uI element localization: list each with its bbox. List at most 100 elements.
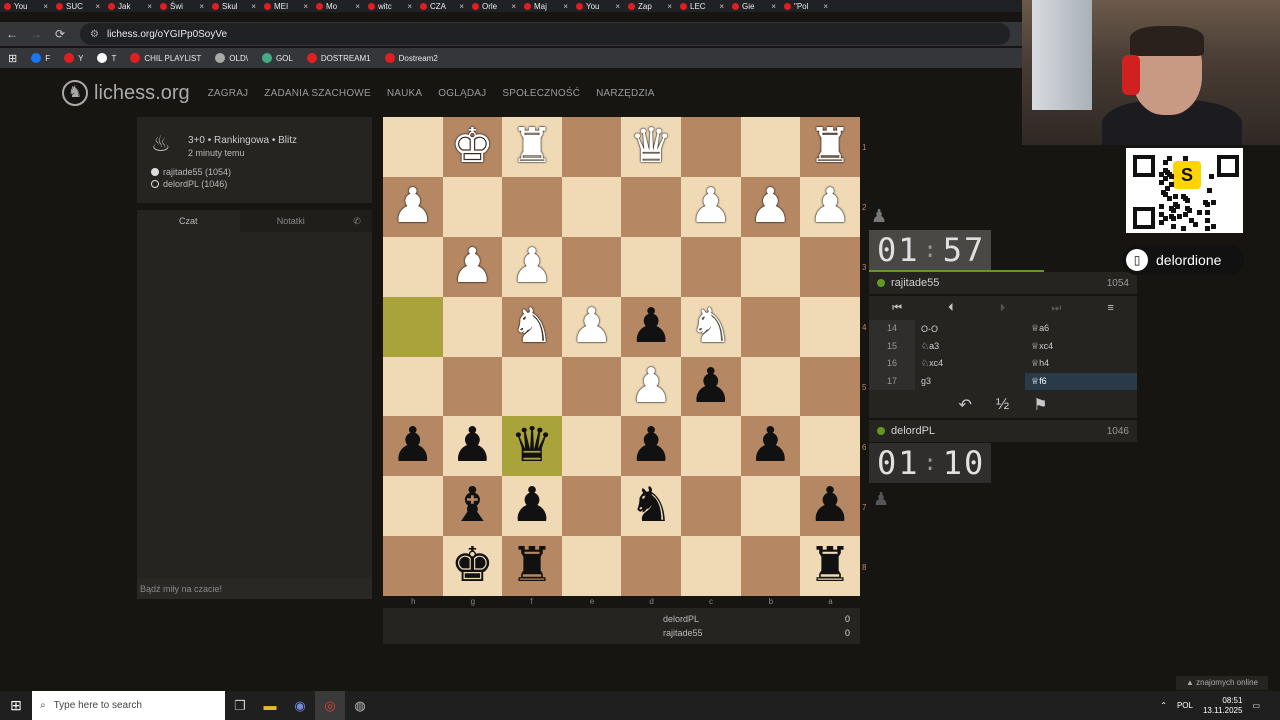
board-square[interactable]: ♜ [800,536,860,597]
board-square[interactable]: ♟ [561,296,622,357]
bookmark-item[interactable]: GOL [261,53,293,63]
browser-tab[interactable]: "Pol × [780,0,832,12]
close-tab-icon[interactable]: × [511,2,516,11]
prev-move-icon[interactable]: ⏴ [948,302,954,315]
black-rook-piece[interactable]: ♜ [510,542,553,590]
browser-tab[interactable]: Mo × [312,0,364,12]
bookmark-item[interactable]: Y [64,53,83,63]
close-tab-icon[interactable]: × [459,2,464,11]
white-pawn-piece[interactable]: ♟ [451,242,494,291]
black-pawn-piece[interactable]: ♟ [689,362,732,411]
system-clock[interactable]: 08:51 13.11.2025 [1203,696,1242,716]
board-square[interactable] [740,536,801,597]
taskbar-search[interactable]: ⌕ Type here to search [32,691,225,720]
white-pawn-piece[interactable]: ♟ [808,182,851,231]
site-info-icon[interactable]: ⚙ [90,29,99,40]
board-square[interactable] [561,117,622,177]
white-pawn-piece[interactable]: ♟ [570,302,613,351]
black-pawn-piece[interactable]: ♟ [510,482,553,530]
board-square[interactable]: ♟ [800,176,860,237]
board-square[interactable]: ♜ [502,117,562,177]
close-tab-icon[interactable]: × [251,2,256,11]
browser-tab[interactable]: Gie × [728,0,780,12]
browser-tab[interactable]: Zap × [624,0,676,12]
black-move[interactable]: ♕f6 [1025,372,1137,390]
black-queen-piece[interactable]: ♛ [510,422,553,470]
close-tab-icon[interactable]: × [667,2,672,11]
black-rook-piece[interactable]: ♜ [808,542,851,590]
browser-tab[interactable]: Jak × [104,0,156,12]
board-square[interactable] [561,176,622,237]
browser-tab[interactable]: Orle × [468,0,520,12]
board-square[interactable] [383,236,443,297]
board-square[interactable] [383,356,443,417]
close-tab-icon[interactable]: × [95,2,100,11]
tab-notes[interactable]: Notatki [239,210,342,232]
browser-tab[interactable]: Maj × [520,0,572,12]
friends-online[interactable]: ▲ znajomych online [1176,676,1268,690]
phone-icon[interactable]: ✆ [342,210,372,232]
white-knight-piece[interactable]: ♞ [510,302,553,351]
board-square[interactable]: ♞ [621,476,681,537]
browser-tab[interactable]: You × [572,0,624,12]
close-tab-icon[interactable]: × [147,2,152,11]
board-square[interactable]: ♜ [502,536,562,597]
black-pawn-piece[interactable]: ♟ [391,422,434,470]
bookmark-item[interactable]: F [31,53,50,63]
white-pawn-piece[interactable]: ♟ [689,182,732,231]
board-square[interactable] [561,356,622,417]
board-square[interactable] [800,416,860,477]
black-move[interactable]: ♕h4 [1025,355,1137,373]
black-pawn-piece[interactable]: ♟ [630,302,673,351]
task-view-icon[interactable]: ❐ [225,691,255,720]
close-tab-icon[interactable]: × [303,2,308,11]
close-tab-icon[interactable]: × [355,2,360,11]
board-square[interactable]: ♚ [442,536,503,597]
board-square[interactable] [383,117,443,177]
bookmark-item[interactable]: Dostream2 [384,53,438,63]
board-square[interactable]: ♛ [621,117,681,177]
white-queen-piece[interactable]: ♛ [630,122,673,171]
black-bishop-piece[interactable]: ♝ [451,482,494,530]
white-move[interactable]: ♘xc4 [915,358,1025,369]
file-explorer-icon[interactable]: ▬ [255,691,285,720]
back-icon[interactable]: ← [0,27,24,41]
browser-tab[interactable]: witc × [364,0,416,12]
white-pawn-piece[interactable]: ♟ [391,182,434,231]
close-tab-icon[interactable]: × [43,2,48,11]
close-tab-icon[interactable]: × [719,2,724,11]
close-tab-icon[interactable]: × [199,2,204,11]
board-square[interactable] [680,476,741,537]
board-square[interactable]: ♟ [680,176,741,237]
board-square[interactable] [502,176,562,237]
board-square[interactable]: ♟ [740,416,801,477]
bookmark-item[interactable]: CHIL PLAYLIST [130,53,201,63]
board-square[interactable]: ♞ [680,296,741,357]
board-square[interactable]: ♟ [442,416,503,477]
board-square[interactable]: ♝ [442,476,503,537]
black-move[interactable]: ♕xc4 [1025,338,1137,356]
nav-item[interactable]: OGLĄDAJ [438,88,486,99]
board-square[interactable] [800,236,860,297]
board-square[interactable] [561,416,622,477]
next-move-icon[interactable]: ⏵ [1000,302,1006,315]
close-tab-icon[interactable]: × [771,2,776,11]
board-square[interactable] [800,356,860,417]
windows-start-icon[interactable]: ⊞ [0,697,32,714]
board-square[interactable]: ♟ [502,476,562,537]
white-rook-piece[interactable]: ♜ [808,122,851,171]
black-pawn-piece[interactable]: ♟ [630,422,673,470]
board-square[interactable]: ♟ [740,176,801,237]
chess-board[interactable]: ♚ ♜ ♛ ♜ ♟ ♟ ♟ ♟ ♟ ♟ ♞ ♟ ♟ ♞ ♟ ♟ ♟ ♟ ♛ ♟ ♟ ♝ ♟ ♞ ♟ ♚ ♜ ♜ [383,117,860,597]
nav-item[interactable]: NARZĘDZIA [596,88,654,99]
black-player-entry[interactable]: delordPL (1046) [151,178,231,190]
board-square[interactable] [621,236,681,297]
board-square[interactable] [383,476,443,537]
close-tab-icon[interactable]: × [407,2,412,11]
discord-icon[interactable]: ◉ [285,691,315,720]
nav-item[interactable]: ZAGRAJ [208,88,249,99]
board-square[interactable] [442,176,503,237]
browser-tab[interactable]: Świ × [156,0,208,12]
black-pawn-piece[interactable]: ♟ [749,422,792,470]
menu-icon[interactable]: ≡ [1107,302,1113,314]
